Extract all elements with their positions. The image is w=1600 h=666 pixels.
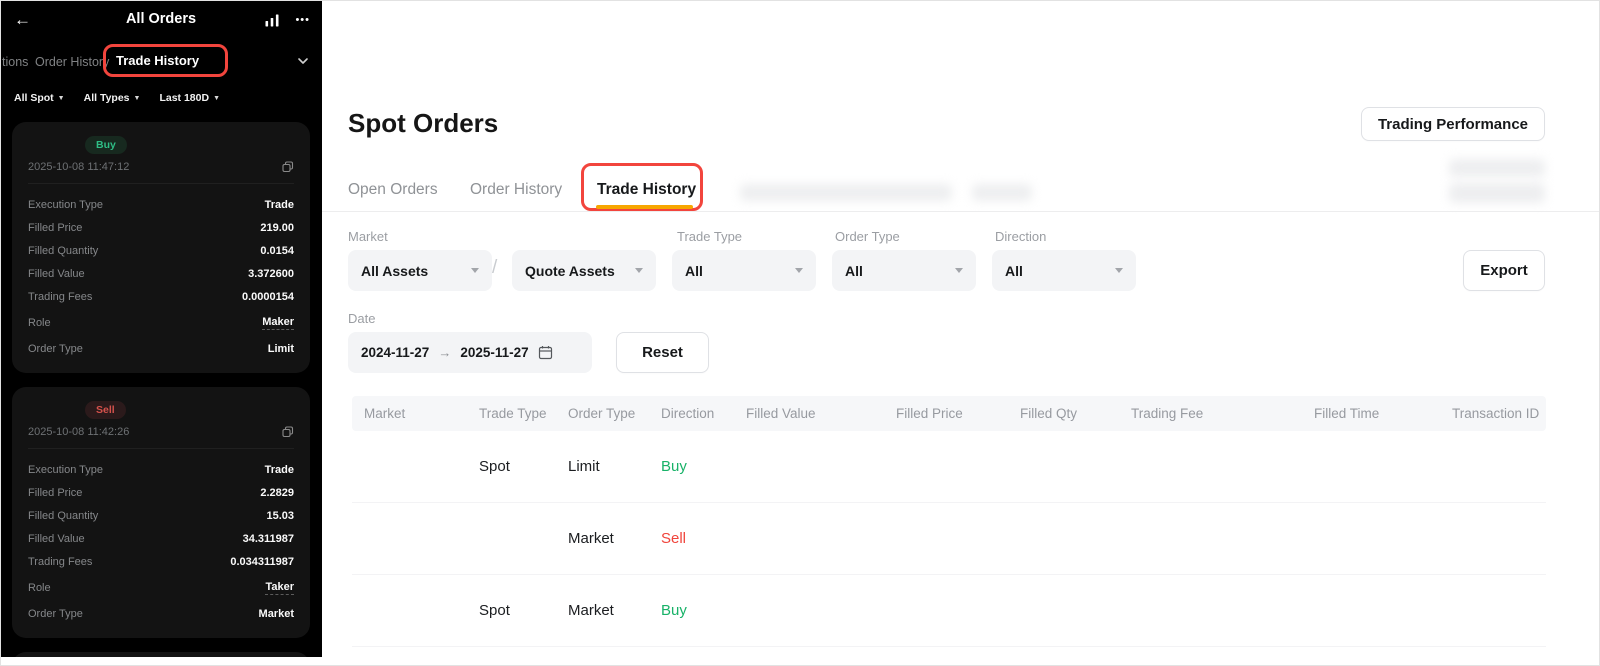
caret-down-icon — [471, 268, 479, 273]
date-filter-label: Date — [348, 311, 375, 326]
card-row: Filled Price2.2829 — [28, 481, 294, 504]
trade-card-partial: Buy — [12, 652, 310, 657]
cell-order-type: Market — [556, 602, 649, 619]
trade-type-filter-label: Trade Type — [677, 229, 742, 244]
market-filter-label: Market — [348, 229, 388, 244]
card-row: Execution TypeTrade — [28, 193, 294, 216]
table-header: Market Trade Type Order Type Direction F… — [352, 396, 1546, 431]
caret-down-icon: ▼ — [134, 95, 141, 102]
trade-card-sell: Sell 2025-10-08 11:42:26 Execution TypeT… — [12, 387, 310, 638]
chevron-down-icon[interactable] — [296, 54, 310, 68]
direction-filter-label: Direction — [995, 229, 1046, 244]
cell-order-type: Limit — [556, 458, 649, 475]
card-row: Trading Fees0.034311987 — [28, 550, 294, 573]
filter-last-180d[interactable]: Last 180D▼ — [159, 92, 220, 104]
table-row: Spot Limit Buy — [352, 431, 1546, 503]
blurred-account-info — [1449, 183, 1545, 203]
caret-down-icon — [635, 268, 643, 273]
card-row: Filled Quantity0.0154 — [28, 239, 294, 262]
card-row: Filled Price219.00 — [28, 216, 294, 239]
tab-trade-history-mobile[interactable]: Trade History — [116, 53, 199, 68]
trade-type-select[interactable]: All — [672, 250, 816, 291]
spot-orders-page: Spot Orders Trading Performance Open Ord… — [322, 0, 1600, 666]
caret-down-icon — [955, 268, 963, 273]
table-row: Spot Market Buy — [352, 575, 1546, 647]
active-tab-underline — [596, 205, 693, 209]
date-from: 2024-11-27 — [361, 345, 429, 360]
asset-pair-separator: / — [492, 257, 497, 279]
caret-down-icon — [1115, 268, 1123, 273]
calendar-icon — [538, 345, 553, 360]
date-range-picker[interactable]: 2024-11-27 → 2025-11-27 — [348, 332, 592, 373]
cell-trade-type: Spot — [467, 458, 556, 475]
tab-order-history[interactable]: Order History — [470, 181, 562, 199]
annotation-red-box-mobile: Trade History — [103, 44, 228, 77]
col-filled-value: Filled Value — [734, 406, 884, 421]
col-filled-price: Filled Price — [884, 406, 1008, 421]
tab-open-orders[interactable]: Open Orders — [348, 181, 438, 199]
cell-direction: Buy — [649, 602, 734, 619]
direction-select[interactable]: All — [992, 250, 1136, 291]
quote-asset-select[interactable]: Quote Assets — [512, 250, 656, 291]
blurred-tab — [740, 184, 952, 201]
divider — [322, 211, 1600, 212]
filter-all-spot[interactable]: All Spot▼ — [14, 92, 65, 104]
blurred-account-info — [1449, 159, 1545, 177]
col-filled-time: Filled Time — [1302, 406, 1440, 421]
col-transaction-id: Transaction ID — [1440, 406, 1546, 421]
date-to: 2025-11-27 — [460, 345, 528, 360]
mobile-header: ← All Orders ••• — [0, 0, 322, 40]
card-row: Filled Value3.372600 — [28, 262, 294, 285]
stats-chart-icon[interactable] — [264, 12, 280, 28]
col-filled-qty: Filled Qty — [1008, 406, 1119, 421]
trade-card-buy: Buy 2025-10-08 11:47:12 Execution TypeTr… — [12, 122, 310, 373]
buy-badge: Buy — [85, 136, 127, 154]
card-row: RoleTaker — [28, 576, 294, 599]
col-market: Market — [352, 406, 467, 421]
table-row: Market Sell — [352, 503, 1546, 575]
trade-history-table: Market Trade Type Order Type Direction F… — [352, 396, 1546, 647]
card-row: Execution TypeTrade — [28, 458, 294, 481]
caret-down-icon: ▼ — [58, 95, 65, 102]
sell-badge: Sell — [85, 401, 126, 419]
filter-all-types[interactable]: All Types▼ — [84, 92, 141, 104]
tab-positions-cut[interactable]: tions — [2, 55, 28, 69]
arrow-right-icon: → — [438, 345, 451, 360]
card-row: Filled Quantity15.03 — [28, 504, 294, 527]
mobile-orders-panel: ← All Orders ••• tions Order History Tra… — [0, 0, 322, 657]
order-type-select[interactable]: All — [832, 250, 976, 291]
reset-button[interactable]: Reset — [616, 332, 709, 373]
cell-order-type: Market — [556, 530, 649, 547]
blurred-tab — [972, 184, 1032, 201]
trade-timestamp: 2025-10-08 11:47:12 — [28, 161, 129, 173]
cell-direction: Sell — [649, 530, 734, 547]
trading-performance-button[interactable]: Trading Performance — [1361, 107, 1545, 141]
card-row: Filled Value34.311987 — [28, 527, 294, 550]
base-asset-select[interactable]: All Assets — [348, 250, 492, 291]
col-trade-type: Trade Type — [467, 406, 556, 421]
card-row: Order TypeLimit — [28, 337, 294, 360]
cell-direction: Buy — [649, 458, 734, 475]
col-order-type: Order Type — [556, 406, 649, 421]
mobile-filter-bar: All Spot▼ All Types▼ Last 180D▼ — [0, 80, 322, 108]
tab-order-history-mobile[interactable]: Order History — [35, 55, 109, 69]
trade-timestamp: 2025-10-08 11:42:26 — [28, 426, 129, 438]
copy-icon[interactable] — [282, 161, 294, 173]
caret-down-icon — [795, 268, 803, 273]
tab-trade-history[interactable]: Trade History — [597, 181, 696, 199]
order-type-filter-label: Order Type — [835, 229, 900, 244]
copy-icon[interactable] — [282, 426, 294, 438]
more-menu-icon[interactable]: ••• — [295, 10, 310, 30]
card-row: Trading Fees0.0000154 — [28, 285, 294, 308]
card-row: RoleMaker — [28, 311, 294, 334]
card-row: Order TypeMarket — [28, 602, 294, 625]
caret-down-icon: ▼ — [213, 95, 220, 102]
cell-trade-type: Spot — [467, 602, 556, 619]
mobile-tab-bar: tions Order History Trade History — [0, 44, 322, 80]
col-trading-fee: Trading Fee — [1119, 406, 1302, 421]
page-title: Spot Orders — [348, 108, 498, 139]
col-direction: Direction — [649, 406, 734, 421]
export-button[interactable]: Export — [1463, 250, 1545, 291]
